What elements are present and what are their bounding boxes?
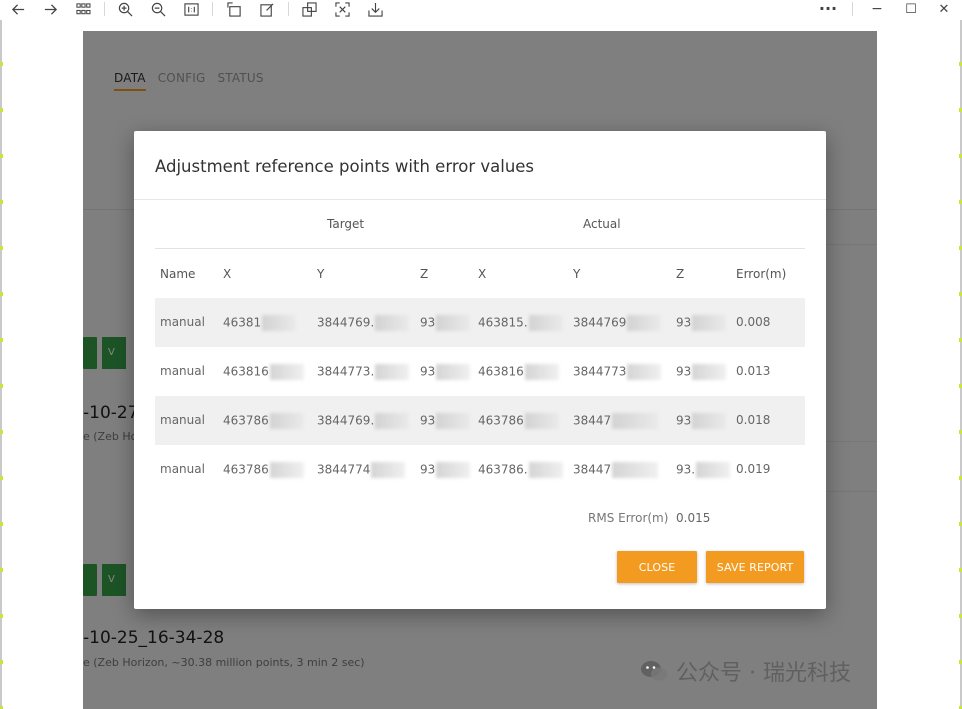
col-actual-y: Y: [573, 267, 581, 281]
cell-name: manual: [160, 315, 205, 329]
cell-actual-y: 3844769: [573, 315, 662, 331]
cell-name: manual: [160, 462, 205, 476]
watermark: 公众号 · 瑞光科技: [640, 655, 851, 687]
cell-actual-x: 463786.: [478, 462, 563, 478]
background-line: [827, 491, 877, 492]
actual-group-header: Actual: [583, 217, 621, 231]
cell-actual-x: 463816: [478, 364, 559, 380]
cell-actual-z: 93: [676, 315, 727, 331]
grid-icon[interactable]: [73, 0, 93, 18]
viewer-toolbar: ··· − ☐ ✕: [0, 0, 962, 20]
zoom-out-icon[interactable]: [148, 0, 168, 18]
cell-target-z: 93: [420, 364, 471, 380]
zoom-in-icon[interactable]: [115, 0, 135, 18]
cell-actual-z: 93: [676, 364, 727, 380]
cell-actual-z: 93.: [676, 462, 731, 478]
cell-actual-z: 93: [676, 413, 727, 429]
rotate-icon[interactable]: [224, 0, 244, 18]
cell-actual-y: 3844773: [573, 364, 662, 380]
rms-error-label: RMS Error(m): [588, 511, 669, 525]
table-row: manual 463786 3844769. 93 463786 38447 9…: [155, 396, 805, 445]
cell-target-y: 3844774: [317, 462, 406, 478]
actual-size-icon[interactable]: [181, 0, 201, 18]
cell-actual-y: 38447: [573, 413, 659, 429]
minimize-icon[interactable]: −: [867, 0, 887, 18]
dialog-divider: [134, 199, 826, 200]
target-group-header: Target: [327, 217, 365, 231]
cell-target-y: 3844769.: [317, 413, 410, 429]
header-divider: [155, 248, 805, 249]
table-row: manual 463816 3844773. 93 463816 3844773…: [155, 347, 805, 396]
close-icon[interactable]: ✕: [934, 0, 954, 18]
save-report-button[interactable]: SAVE REPORT: [706, 551, 804, 583]
maximize-icon[interactable]: ☐: [901, 0, 921, 18]
dialog-title: Adjustment reference points with error v…: [155, 157, 535, 176]
back-arrow-icon[interactable]: [8, 0, 28, 18]
cell-target-z: 93: [420, 413, 471, 429]
watermark-text: 公众号 · 瑞光科技: [676, 661, 851, 686]
more-icon[interactable]: ···: [818, 0, 838, 18]
cell-actual-x: 463815.: [478, 315, 563, 331]
table-row: manual 463786 3844774 93 463786. 38447 9…: [155, 445, 805, 494]
edit-icon[interactable]: [257, 0, 277, 18]
cell-target-x: 46381: [223, 315, 297, 331]
cell-target-x: 463786: [223, 413, 304, 429]
fit-icon[interactable]: [332, 0, 352, 18]
cell-target-z: 93: [420, 315, 471, 331]
col-target-z: Z: [420, 267, 429, 281]
background-line: [817, 244, 877, 245]
forward-arrow-icon[interactable]: [40, 0, 60, 18]
rms-error-value: 0.015: [676, 511, 711, 525]
cell-target-z: 93: [420, 462, 471, 478]
download-icon[interactable]: [365, 0, 385, 18]
cell-error: 0.008: [736, 315, 771, 329]
background-line: [827, 441, 877, 442]
cell-target-y: 3844769.: [317, 315, 410, 331]
cell-target-y: 3844773.: [317, 364, 410, 380]
col-actual-x: X: [478, 267, 487, 281]
col-target-y: Y: [317, 267, 325, 281]
cell-actual-y: 38447: [573, 462, 659, 478]
left-edge-markers: [0, 20, 3, 709]
table-row: manual 46381 3844769. 93 463815. 3844769…: [155, 298, 805, 347]
col-target-x: X: [223, 267, 232, 281]
adjustment-dialog: Adjustment reference points with error v…: [134, 131, 826, 609]
col-error: Error(m): [736, 267, 787, 281]
cell-error: 0.018: [736, 413, 771, 427]
cell-name: manual: [160, 364, 205, 378]
cell-actual-x: 463786: [478, 413, 559, 429]
close-button[interactable]: CLOSE: [617, 551, 697, 583]
crop-icon[interactable]: [299, 0, 319, 18]
cell-name: manual: [160, 413, 205, 427]
wechat-icon: [640, 660, 668, 682]
cell-error: 0.013: [736, 364, 771, 378]
col-name: Name: [160, 267, 196, 281]
col-actual-z: Z: [676, 267, 685, 281]
cell-target-x: 463816: [223, 364, 304, 380]
cell-error: 0.019: [736, 462, 771, 476]
cell-target-x: 463786: [223, 462, 304, 478]
